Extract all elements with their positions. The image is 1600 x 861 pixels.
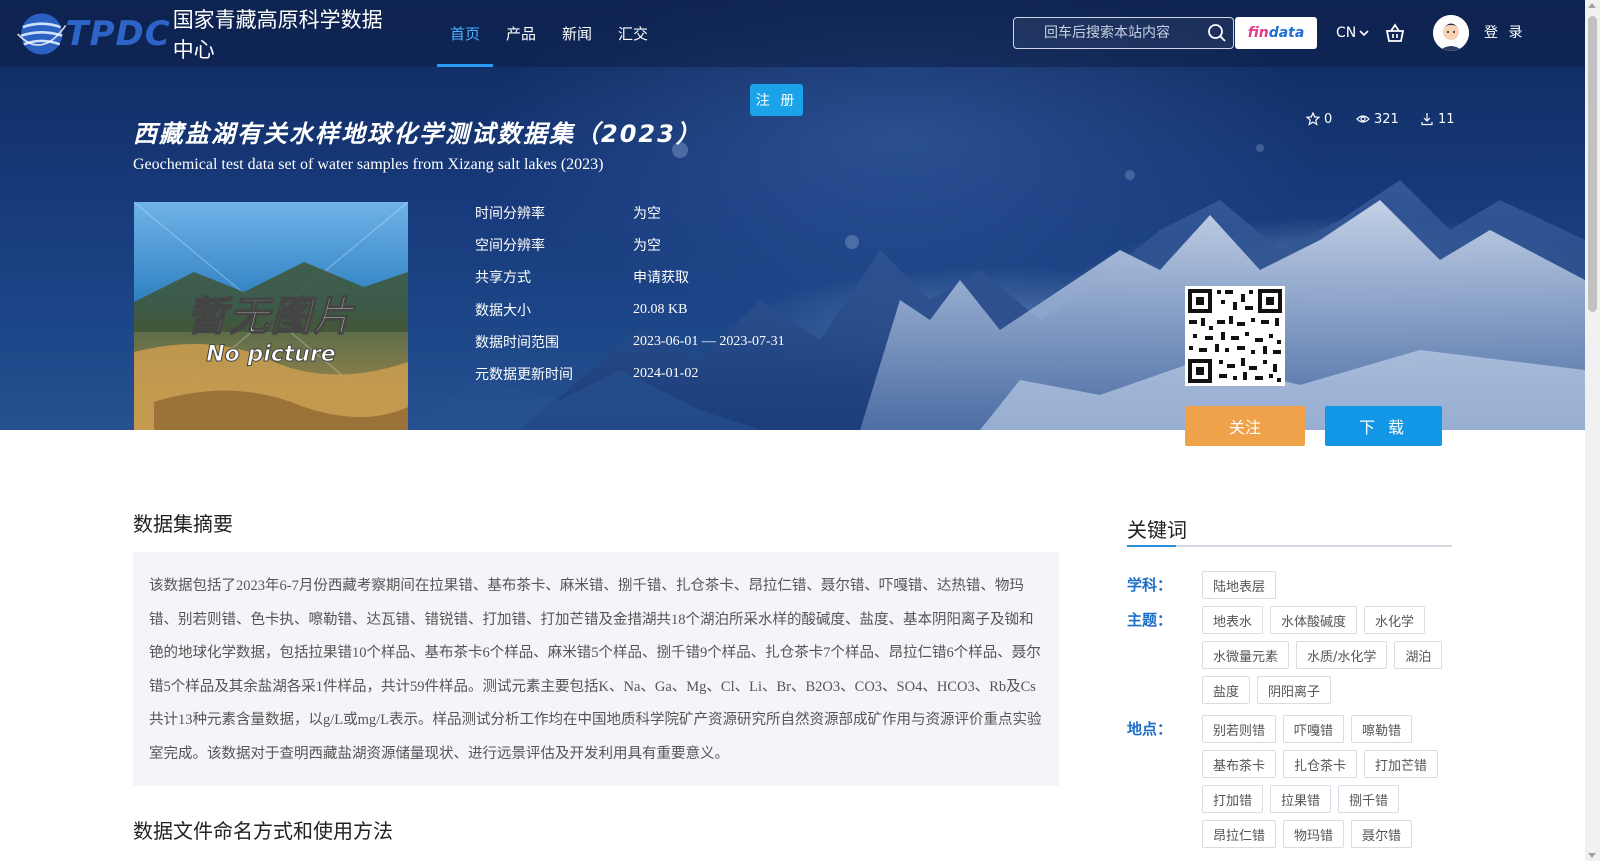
keyword-tag[interactable]: 打加错 bbox=[1202, 785, 1264, 813]
keyword-tag[interactable]: 阴阳离子 bbox=[1257, 676, 1332, 704]
keyword-tag[interactable]: 嚓勒错 bbox=[1351, 715, 1413, 743]
dataset-title-cn: 西藏盐湖有关水样地球化学测试数据集（2023） bbox=[133, 120, 702, 148]
keyword-tag[interactable]: 湖泊 bbox=[1394, 641, 1443, 669]
metadata-row: 元数据更新时间 2024-01-02 bbox=[475, 363, 875, 385]
metadata-row: 时间分辨率 为空 bbox=[475, 202, 875, 224]
metadata-label: 空间分辨率 bbox=[475, 238, 545, 254]
dataset-title-en: Geochemical test data set of water sampl… bbox=[133, 156, 604, 173]
keyword-category-theme: 主题： bbox=[1127, 611, 1173, 629]
metadata-value: 2024-01-02 bbox=[633, 366, 699, 381]
login-link[interactable]: 登 录 bbox=[1484, 22, 1525, 42]
keyword-tag[interactable]: 打加芒错 bbox=[1364, 750, 1439, 778]
scrollbar-thumb[interactable] bbox=[1588, 16, 1597, 312]
metadata-row: 空间分辨率 为空 bbox=[475, 234, 875, 256]
keyword-tag[interactable]: 水化学 bbox=[1364, 606, 1426, 634]
keyword-tag[interactable]: 捌千错 bbox=[1338, 785, 1400, 813]
main-nav: 首页 产品 新闻 汇交 bbox=[437, 0, 661, 67]
scroll-up-arrow-icon[interactable] bbox=[1588, 3, 1596, 8]
keyword-tag[interactable]: 盐度 bbox=[1202, 676, 1251, 704]
metadata-label: 共享方式 bbox=[475, 270, 531, 286]
keyword-tag[interactable]: 物玛错 bbox=[1283, 820, 1345, 848]
findata-logo-part1: fin bbox=[1247, 25, 1269, 41]
keyword-tag[interactable]: 吓嘎错 bbox=[1283, 715, 1345, 743]
language-selector[interactable]: CN bbox=[1336, 22, 1370, 44]
site-logo[interactable]: TPDC 国家青藏高原科学数据中心 bbox=[16, 4, 396, 64]
file-naming-heading: 数据文件命名方式和使用方法 bbox=[133, 819, 393, 843]
metadata-label: 元数据更新时间 bbox=[475, 367, 573, 383]
register-button[interactable]: 注 册 bbox=[750, 84, 803, 116]
keywords-divider-accent bbox=[1127, 545, 1176, 547]
findata-logo-part2: data bbox=[1268, 25, 1305, 41]
subject-tags: 陆地表层 bbox=[1202, 571, 1462, 606]
metadata-value: 20.08 KB bbox=[633, 302, 688, 317]
scroll-down-arrow-icon[interactable] bbox=[1588, 853, 1596, 858]
place-tags: 别若则错 吓嘎错 嚓勒错 基布茶卡 扎仓茶卡 打加芒错 打加错 拉果错 捌千错 … bbox=[1202, 715, 1462, 855]
keyword-tag[interactable]: 陆地表层 bbox=[1202, 571, 1277, 599]
keyword-tag[interactable]: 水微量元素 bbox=[1202, 641, 1290, 669]
no-picture-text-en: No picture bbox=[206, 342, 336, 368]
abstract-text: 该数据包括了2023年6-7月份西藏考察期间在拉果错、基布茶卡、麻米错、捌千错、… bbox=[149, 578, 1042, 762]
metadata-label: 数据大小 bbox=[475, 303, 531, 319]
keyword-category-place: 地点： bbox=[1127, 720, 1173, 738]
keyword-tag[interactable]: 水质/水化学 bbox=[1296, 641, 1388, 669]
favorites-count: 0 bbox=[1306, 109, 1332, 129]
findata-link[interactable]: fin data bbox=[1235, 17, 1317, 49]
metadata-label: 数据时间范围 bbox=[475, 335, 559, 351]
keyword-tag[interactable]: 地表水 bbox=[1202, 606, 1264, 634]
no-picture-text-cn: 暂无图片 bbox=[186, 293, 355, 341]
search-input[interactable] bbox=[1014, 18, 1204, 48]
metadata-value: 为空 bbox=[633, 207, 661, 222]
top-navbar: TPDC 国家青藏高原科学数据中心 首页 产品 新闻 汇交 findata CN bbox=[0, 0, 1585, 67]
globe-logo-icon bbox=[17, 13, 67, 55]
abstract-heading: 数据集摘要 bbox=[133, 512, 233, 536]
keyword-tag[interactable]: 基布茶卡 bbox=[1202, 750, 1277, 778]
chevron-down-icon bbox=[1359, 30, 1369, 37]
views-count: 321 bbox=[1356, 109, 1399, 129]
keyword-category-subject: 学科： bbox=[1127, 576, 1173, 594]
keyword-tag[interactable]: 水体酸碱度 bbox=[1270, 606, 1358, 634]
eye-icon bbox=[1356, 115, 1370, 123]
downloads-value: 11 bbox=[1438, 111, 1455, 127]
nav-item-home[interactable]: 首页 bbox=[437, 0, 494, 67]
download-icon bbox=[1421, 113, 1433, 126]
theme-tags: 地表水 水体酸碱度 水化学 水微量元素 水质/水化学 湖泊 盐度 阴阳离子 bbox=[1202, 606, 1462, 711]
user-avatar-icon bbox=[1433, 15, 1469, 51]
keyword-tag[interactable]: 聂尔错 bbox=[1351, 820, 1413, 848]
keyword-tag[interactable]: 昂拉仁错 bbox=[1202, 820, 1277, 848]
views-value: 321 bbox=[1374, 111, 1399, 127]
star-icon bbox=[1306, 112, 1320, 126]
site-name: 国家青藏高原科学数据中心 bbox=[172, 8, 383, 62]
nav-item-submit[interactable]: 汇交 bbox=[605, 0, 661, 67]
nav-item-products[interactable]: 产品 bbox=[493, 0, 549, 67]
logo-acronym: TPDC bbox=[65, 14, 171, 54]
language-label: CN bbox=[1336, 25, 1357, 41]
metadata-row: 数据时间范围 2023-06-01 — 2023-07-31 bbox=[475, 331, 875, 353]
qr-code-image bbox=[1185, 286, 1285, 386]
search-box bbox=[1013, 17, 1234, 49]
downloads-count: 11 bbox=[1420, 109, 1455, 129]
follow-button[interactable]: 关注 bbox=[1185, 406, 1305, 446]
metadata-value: 申请获取 bbox=[633, 271, 689, 286]
metadata-row: 共享方式 申请获取 bbox=[475, 266, 875, 288]
search-icon[interactable] bbox=[1207, 23, 1227, 43]
favorites-value: 0 bbox=[1324, 111, 1333, 127]
abstract-box: 该数据包括了2023年6-7月份西藏考察期间在拉果错、基布茶卡、麻米错、捌千错、… bbox=[133, 552, 1059, 786]
keyword-tag[interactable]: 拉果错 bbox=[1270, 785, 1332, 813]
dataset-thumbnail: 暂无图片 No picture bbox=[134, 202, 408, 430]
keyword-tag[interactable]: 扎仓茶卡 bbox=[1283, 750, 1358, 778]
keywords-heading: 关键词 bbox=[1127, 518, 1187, 542]
metadata-value: 2023-06-01 — 2023-07-31 bbox=[633, 334, 785, 349]
metadata-row: 数据大小 20.08 KB bbox=[475, 299, 875, 321]
metadata-label: 时间分辨率 bbox=[475, 206, 545, 222]
nav-item-news[interactable]: 新闻 bbox=[549, 0, 605, 67]
metadata-value: 为空 bbox=[633, 239, 661, 254]
user-avatar[interactable] bbox=[1433, 15, 1469, 51]
keyword-tag[interactable]: 别若则错 bbox=[1202, 715, 1277, 743]
download-button[interactable]: 下 载 bbox=[1325, 406, 1442, 446]
page-scrollbar[interactable] bbox=[1585, 0, 1600, 861]
shopping-basket-icon[interactable] bbox=[1384, 22, 1406, 44]
